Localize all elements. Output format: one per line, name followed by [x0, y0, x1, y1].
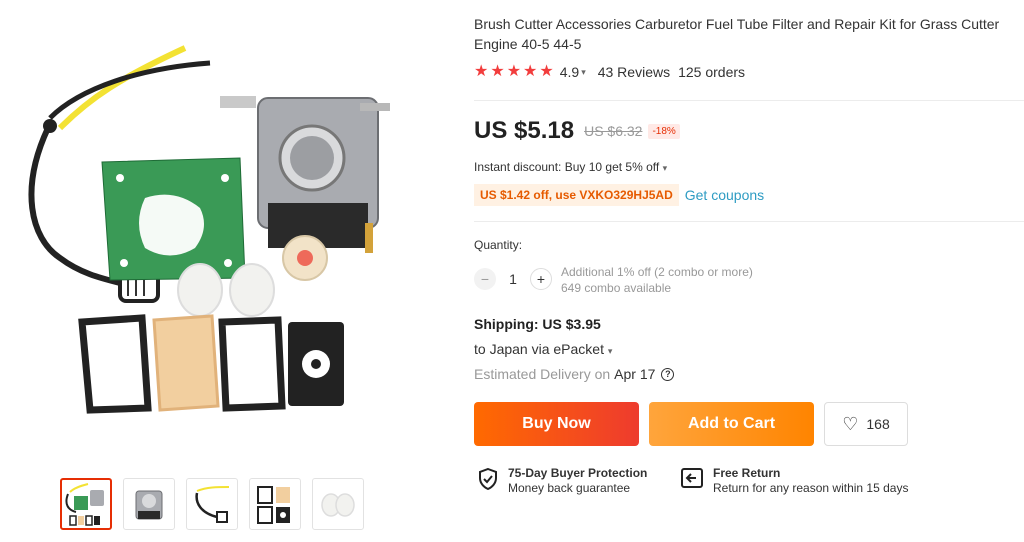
shipping-cost: Shipping: US $3.95 — [474, 316, 601, 332]
rating-value[interactable]: 4.9 — [560, 64, 579, 80]
combo-discount-text: Additional 1% off (2 combo or more) — [561, 265, 753, 279]
buy-now-button[interactable]: Buy Now — [474, 402, 639, 446]
star-icon: ★ — [523, 63, 538, 80]
star-icon: ★ — [474, 63, 489, 80]
orders-count: 125 orders — [678, 64, 746, 80]
divider — [474, 100, 1024, 101]
free-return-title: Free Return — [713, 466, 781, 480]
thumbnail-strip — [60, 478, 364, 530]
estimated-delivery: Estimated Delivery on Apr 17 ? — [474, 366, 675, 382]
free-return-subtitle: Return for any reason within 15 days — [713, 481, 909, 495]
star-icon: ★ — [490, 63, 505, 80]
thumbnail-2[interactable] — [123, 478, 175, 530]
star-rating: ★ ★ ★ ★ ★ — [474, 63, 554, 81]
help-icon[interactable]: ? — [661, 367, 675, 381]
heart-icon: ♡ — [842, 413, 859, 434]
chevron-down-icon[interactable]: ▾ — [581, 67, 586, 78]
increase-quantity-button[interactable]: + — [530, 268, 552, 290]
thumbnail-1[interactable] — [60, 478, 112, 530]
add-to-cart-button[interactable]: Add to Cart — [649, 402, 814, 446]
buyer-protection-title: 75-Day Buyer Protection — [508, 466, 648, 480]
coupon-badge: US $1.42 off, use VXKO329HJ5AD — [474, 184, 679, 206]
shield-check-icon — [478, 467, 498, 494]
discount-badge: -18% — [648, 123, 680, 139]
wishlist-button[interactable]: ♡ 168 — [824, 402, 908, 446]
instant-discount[interactable]: Instant discount: Buy 10 get 5% off ▾ — [474, 160, 667, 174]
divider — [474, 221, 1024, 222]
product-title: Brush Cutter Accessories Carburetor Fuel… — [474, 16, 1000, 52]
quantity-stepper: − 1 + — [474, 268, 552, 290]
thumbnail-4[interactable] — [249, 478, 301, 530]
buyer-protection: 75-Day Buyer Protection Money back guara… — [478, 466, 647, 496]
buyer-protection-subtitle: Money back guarantee — [508, 481, 631, 495]
chevron-down-icon: ▾ — [607, 346, 613, 356]
wishlist-count: 168 — [866, 416, 890, 432]
reviews-link[interactable]: 43 Reviews — [598, 64, 670, 80]
get-coupons-link[interactable]: Get coupons — [685, 187, 764, 203]
thumbnail-5[interactable] — [312, 478, 364, 530]
decrease-quantity-button[interactable]: − — [474, 268, 496, 290]
product-main-image[interactable] — [20, 18, 440, 448]
chevron-down-icon: ▾ — [662, 163, 668, 173]
quantity-label: Quantity: — [474, 238, 523, 252]
quantity-info: Additional 1% off (2 combo or more) 649 … — [561, 264, 753, 296]
original-price: US $6.32 — [584, 123, 643, 139]
thumbnail-3[interactable] — [186, 478, 238, 530]
delivery-date: Apr 17 — [614, 366, 656, 382]
instant-discount-text: Instant discount: Buy 10 get 5% off — [474, 160, 660, 174]
price-row: US $5.18 US $6.32 -18% — [474, 117, 680, 145]
coupon-row: US $1.42 off, use VXKO329HJ5AD Get coupo… — [474, 184, 764, 206]
current-price: US $5.18 — [474, 117, 575, 144]
free-return: Free Return Return for any reason within… — [681, 466, 908, 496]
star-icon: ★ — [506, 63, 522, 80]
combo-available-text: 649 combo available — [561, 281, 672, 295]
shipping-destination-text: to Japan via ePacket — [474, 341, 604, 357]
shipping-destination[interactable]: to Japan via ePacket ▾ — [474, 341, 612, 357]
rating-row: ★ ★ ★ ★ ★ 4.9 ▾ 43 Reviews 125 orders — [474, 63, 745, 81]
delivery-label: Estimated Delivery on — [474, 366, 611, 382]
return-icon — [681, 468, 703, 492]
quantity-input[interactable]: 1 — [496, 271, 530, 287]
star-icon: ★ — [539, 63, 554, 80]
